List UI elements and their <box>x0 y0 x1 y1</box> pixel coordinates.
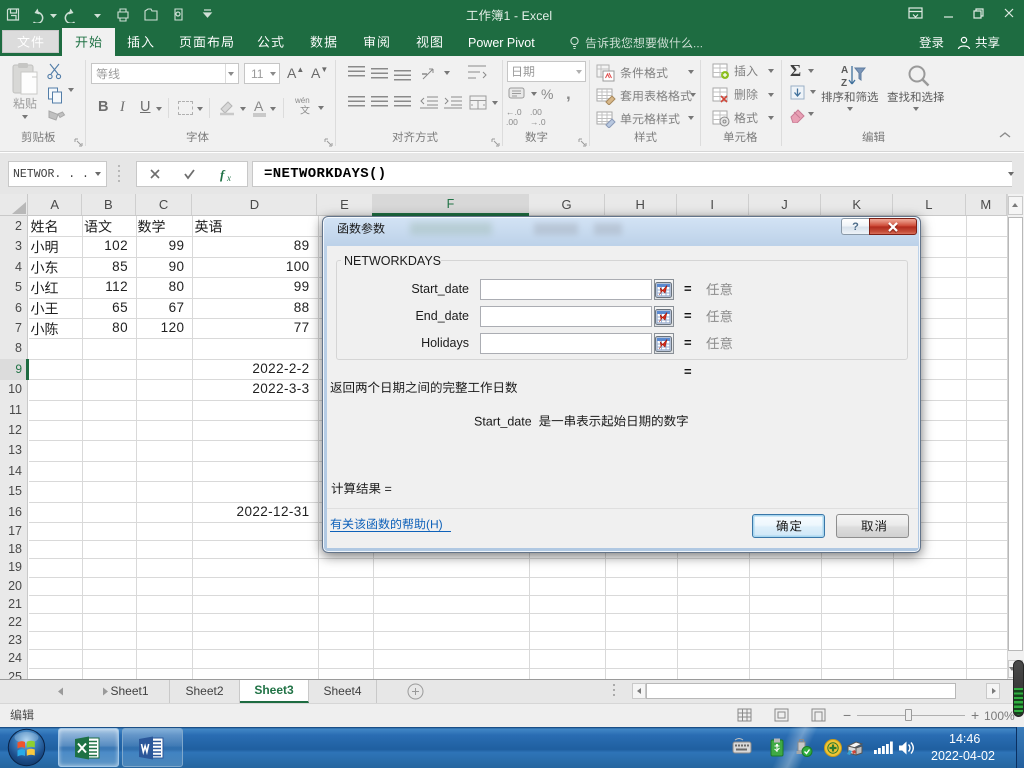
svg-text:Z: Z <box>841 78 847 89</box>
svg-text:f: f <box>220 167 226 182</box>
svg-text:A: A <box>841 65 848 76</box>
svg-text:x: x <box>226 173 231 182</box>
